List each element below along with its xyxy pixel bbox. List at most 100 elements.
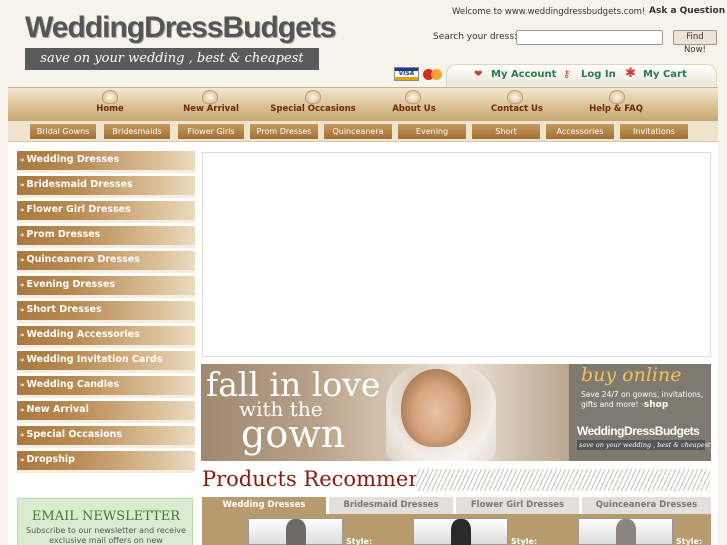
sidebar-item-label: Dropship [26, 454, 75, 465]
nav-about-us-icon [405, 90, 421, 104]
bride-photo [401, 369, 471, 447]
arrow-icon: » [20, 456, 25, 464]
subnav-accessories[interactable]: Accessories [546, 124, 614, 139]
product-image[interactable] [578, 518, 673, 545]
nav-about-us[interactable]: About Us [388, 104, 440, 114]
mastercard-icon [423, 67, 445, 81]
my-cart-link[interactable]: My Cart [643, 69, 687, 80]
product-image[interactable] [248, 518, 343, 545]
product-style-label: Style: [346, 537, 373, 545]
sidebar-item-label: Flower Girl Dresses [26, 204, 131, 215]
sidebar-item-prom-dresses[interactable]: » Prom Dresses [17, 226, 195, 248]
sidebar-item-short-dresses[interactable]: » Short Dresses [17, 301, 195, 323]
products-title: Products Recommend [202, 467, 436, 491]
sidebar-item-label: Wedding Dresses [26, 154, 120, 165]
arrow-icon: » [20, 231, 25, 239]
newsletter-box: EMAIL NEWSLETTER Subscribe to our newsle… [17, 498, 193, 545]
heart-icon: ❤ [474, 69, 483, 80]
sidebar-item-wedding-accessories[interactable]: » Wedding Accessories [17, 326, 195, 348]
dress-figure [286, 519, 306, 545]
nav-contact-us[interactable]: Contact Us [486, 104, 548, 114]
key-icon: ⚷ [563, 69, 571, 80]
subnav-bridesmaids[interactable]: Bridesmaids [104, 124, 170, 139]
buy-online-text: Save 24/7 on gowns, invitations, gifts a… [581, 390, 707, 410]
nav-help-icon [609, 90, 625, 104]
cart-icon: ✱ [625, 66, 636, 81]
visa-icon: VISA [394, 67, 419, 81]
sidebar-item-label: New Arrival [26, 404, 89, 415]
subnav-evening[interactable]: Evening [398, 124, 466, 139]
sidebar-item-label: Short Dresses [26, 304, 102, 315]
nav-contact-us-icon [507, 90, 523, 104]
sidebar-item-label: Prom Dresses [26, 229, 101, 240]
banner-buy-online: buy online Save 24/7 on gowns, invitatio… [569, 364, 711, 461]
nav-help-faq[interactable]: Help & FAQ [584, 104, 648, 114]
product-style-label: Style: [511, 537, 538, 545]
sidebar-item-quinceanera-dresses[interactable]: » Quinceanera Dresses [17, 251, 195, 273]
my-account-link[interactable]: My Account [491, 69, 556, 80]
subnav-quinceanera[interactable]: Quinceanera [324, 124, 392, 139]
title-decoration [416, 469, 710, 491]
subnav-short[interactable]: Short [472, 124, 540, 139]
login-link[interactable]: Log In [581, 69, 616, 80]
sidebar-item-label: Wedding Candles [26, 379, 120, 390]
sidebar-item-wedding-dresses[interactable]: » Wedding Dresses [17, 151, 195, 173]
arrow-icon: » [20, 381, 25, 389]
banner-logo: WeddingDressBudgets [577, 424, 700, 438]
arrow-icon: » [20, 331, 25, 339]
sidebar-item-label: Wedding Accessories [26, 329, 140, 340]
arrow-icon: » [20, 356, 25, 364]
search-input[interactable] [516, 30, 663, 45]
welcome-text: Welcome to www.weddingdressbudgets.com! [452, 7, 646, 17]
sidebar-item-evening-dresses[interactable]: » Evening Dresses [17, 276, 195, 298]
slideshow[interactable] [202, 152, 711, 357]
banner-tagline: save on your wedding , best & cheapest [577, 440, 711, 450]
nav-special-occasions[interactable]: Special Occasions [264, 104, 362, 114]
arrow-icon: » [20, 156, 25, 164]
shop-link[interactable]: shop [644, 400, 668, 410]
tab-wedding-dresses[interactable]: Wedding Dresses [202, 497, 326, 514]
nav-new-arrival[interactable]: New Arrival [178, 104, 244, 114]
subnav-invitations[interactable]: Invitations [620, 124, 688, 139]
dress-figure [616, 519, 636, 545]
arrow-icon: » [20, 206, 25, 214]
nav-home-icon [102, 90, 118, 104]
visa-label: VISA [398, 70, 415, 77]
logo-tagline: save on your wedding , best & cheapest [25, 48, 319, 70]
arrow-icon: » [20, 431, 25, 439]
sidebar-item-bridesmaid-dresses[interactable]: » Bridesmaid Dresses [17, 176, 195, 198]
search-label: Search your dress: [433, 32, 518, 42]
sidebar-item-label: Bridesmaid Dresses [26, 179, 133, 190]
subnav-bridal-gowns[interactable]: Bridal Gowns [30, 124, 96, 139]
buy-online-heading: buy online [581, 364, 682, 386]
sidebar-item-flower-girl-dresses[interactable]: » Flower Girl Dresses [17, 201, 195, 223]
arrow-icon: » [20, 181, 25, 189]
newsletter-title: EMAIL NEWSLETTER [31, 509, 181, 524]
sidebar-item-wedding-candles[interactable]: » Wedding Candles [17, 376, 195, 398]
product-image[interactable] [413, 518, 508, 545]
sidebar-item-special-occasions[interactable]: » Special Occasions [17, 426, 195, 448]
dress-figure [451, 519, 471, 545]
nav-new-arrival-icon [202, 90, 218, 104]
promo-banner[interactable]: fall in love with the gown buy online Sa… [201, 364, 711, 461]
tab-bridesmaid-dresses[interactable]: Bridesmaid Dresses [329, 497, 453, 514]
tab-quinceanera-dresses[interactable]: Quinceanera Dresses [582, 497, 711, 514]
site-logo[interactable]: WeddingDressBudgets save on your wedding… [25, 10, 337, 70]
sidebar-item-new-arrival[interactable]: » New Arrival [17, 401, 195, 423]
arrow-icon: » [20, 281, 25, 289]
arrow-icon: » [20, 406, 25, 414]
nav-home[interactable]: Home [90, 104, 130, 114]
arrow-icon: » [20, 306, 25, 314]
sidebar-item-dropship[interactable]: » Dropship [17, 451, 195, 473]
subnav-prom-dresses[interactable]: Prom Dresses [250, 124, 318, 139]
sidebar-item-label: Quinceanera Dresses [26, 254, 140, 265]
banner-image: fall in love with the gown [201, 364, 569, 461]
sidebar-item-wedding-invitation-cards[interactable]: » Wedding Invitation Cards [17, 351, 195, 373]
product-style-label: Style: [676, 537, 703, 545]
tab-flower-girl-dresses[interactable]: Flower Girl Dresses [456, 497, 579, 514]
subnav-flower-girls[interactable]: Flower Girls [178, 124, 244, 139]
nav-special-occasions-icon [305, 90, 321, 104]
find-now-button[interactable]: Find Now! [673, 30, 717, 55]
ask-question-link[interactable]: Ask a Question [649, 6, 725, 16]
banner-headline-3: gown [241, 412, 346, 456]
